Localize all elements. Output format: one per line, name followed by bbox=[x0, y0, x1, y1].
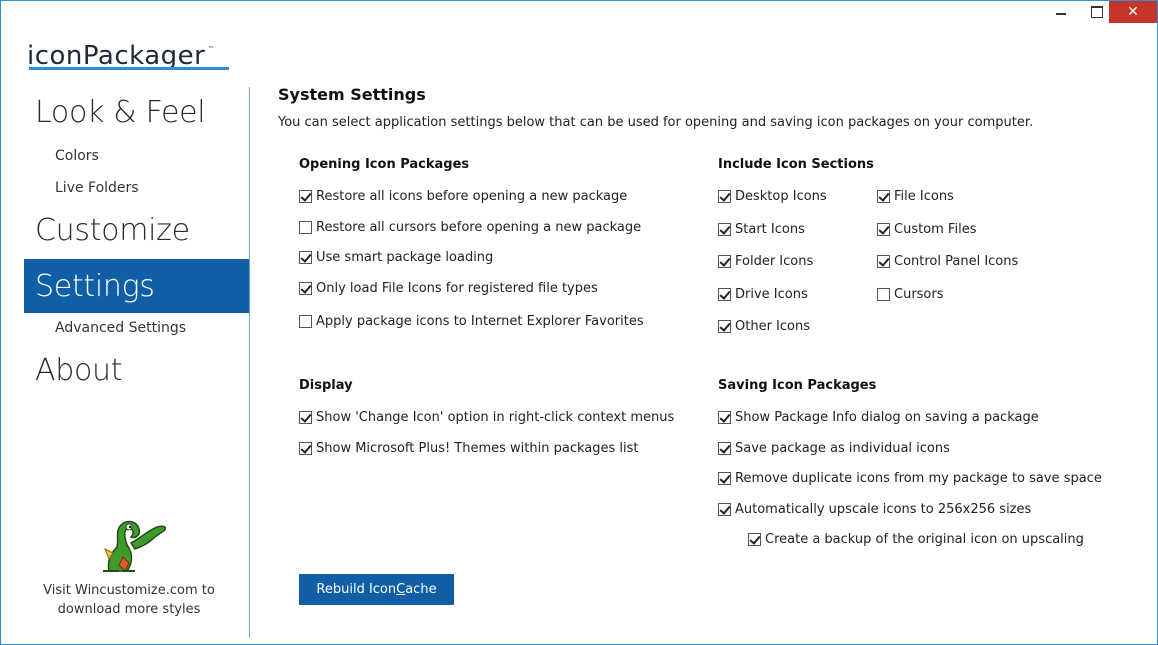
page-title: System Settings bbox=[278, 85, 426, 104]
nav-colors[interactable]: Colors bbox=[55, 148, 99, 164]
nav-settings-label: Settings bbox=[35, 268, 155, 304]
section-checkbox-file[interactable]: File Icons bbox=[877, 189, 954, 204]
opening-checkbox-2[interactable]: Use smart package loading bbox=[299, 250, 493, 265]
checkbox-label: Desktop Icons bbox=[735, 189, 827, 204]
nav-about[interactable]: About bbox=[35, 353, 123, 388]
checkbox-label: Show Microsoft Plus! Themes within packa… bbox=[316, 441, 639, 456]
checkbox-label: Restore all icons before opening a new p… bbox=[316, 189, 628, 204]
saving-checkbox-0[interactable]: Show Package Info dialog on saving a pac… bbox=[718, 410, 1039, 425]
checkbox-label: Automatically upscale icons to 256x256 s… bbox=[735, 502, 1032, 517]
checkbox-box[interactable] bbox=[718, 255, 731, 268]
close-icon: ✕ bbox=[1127, 4, 1139, 20]
nav-live-folders[interactable]: Live Folders bbox=[55, 180, 139, 196]
rebuild-label-start: Rebuild Icon bbox=[316, 582, 397, 597]
checkbox-box[interactable] bbox=[877, 255, 890, 268]
checkbox-box[interactable] bbox=[299, 221, 312, 234]
title-bar: ✕ bbox=[1, 1, 1157, 31]
sidebar-divider bbox=[249, 87, 250, 638]
checkbox-box[interactable] bbox=[299, 442, 312, 455]
checkbox-label: Show 'Change Icon' option in right-click… bbox=[316, 410, 675, 425]
checkbox-box[interactable] bbox=[718, 288, 731, 301]
checkbox-label: Cursors bbox=[894, 287, 944, 302]
checkbox-box[interactable] bbox=[718, 503, 731, 516]
saving-checkbox-3[interactable]: Automatically upscale icons to 256x256 s… bbox=[718, 502, 1031, 517]
checkbox-label: Use smart package loading bbox=[316, 250, 494, 265]
section-checkbox-start[interactable]: Start Icons bbox=[718, 222, 805, 237]
checkbox-box[interactable] bbox=[299, 251, 312, 264]
checkbox-box[interactable] bbox=[718, 442, 731, 455]
checkbox-box[interactable] bbox=[718, 190, 731, 203]
checkbox-label: Start Icons bbox=[735, 222, 805, 237]
saving-heading: Saving Icon Packages bbox=[718, 378, 877, 393]
checkbox-box[interactable] bbox=[877, 288, 890, 301]
page-subtitle: You can select application settings belo… bbox=[278, 115, 1034, 130]
rebuild-icon-cache-button[interactable]: Rebuild Icon Cache bbox=[299, 574, 454, 605]
checkbox-label: Folder Icons bbox=[735, 254, 814, 269]
close-button[interactable]: ✕ bbox=[1109, 1, 1157, 23]
trademark-mark: ™ bbox=[207, 45, 215, 53]
saving-checkbox-1[interactable]: Save package as individual icons bbox=[718, 441, 950, 456]
checkbox-box[interactable] bbox=[299, 190, 312, 203]
checkbox-label: Remove duplicate icons from my package t… bbox=[735, 471, 1102, 486]
checkbox-box[interactable] bbox=[718, 472, 731, 485]
opening-heading: Opening Icon Packages bbox=[299, 157, 470, 172]
checkbox-label: File Icons bbox=[894, 189, 954, 204]
nav-advanced-settings[interactable]: Advanced Settings bbox=[55, 320, 186, 336]
minimize-button[interactable] bbox=[1041, 1, 1081, 23]
display-checkbox-1[interactable]: Show Microsoft Plus! Themes within packa… bbox=[299, 441, 639, 456]
checkbox-box[interactable] bbox=[718, 223, 731, 236]
checkbox-box[interactable] bbox=[877, 190, 890, 203]
section-checkbox-desktop[interactable]: Desktop Icons bbox=[718, 189, 827, 204]
checkbox-label: Other Icons bbox=[735, 319, 810, 334]
sections-heading: Include Icon Sections bbox=[718, 157, 874, 172]
checkbox-box[interactable] bbox=[748, 533, 761, 546]
checkbox-box[interactable] bbox=[718, 320, 731, 333]
display-checkbox-0[interactable]: Show 'Change Icon' option in right-click… bbox=[299, 410, 674, 425]
checkbox-label: Custom Files bbox=[894, 222, 977, 237]
opening-checkbox-4[interactable]: Apply package icons to Internet Explorer… bbox=[299, 314, 644, 329]
checkbox-label: Show Package Info dialog on saving a pac… bbox=[735, 410, 1039, 425]
opening-checkbox-1[interactable]: Restore all cursors before opening a new… bbox=[299, 220, 641, 235]
section-checkbox-folder[interactable]: Folder Icons bbox=[718, 254, 813, 269]
checkbox-label: Only load File Icons for registered file… bbox=[316, 281, 598, 296]
checkbox-box[interactable] bbox=[877, 223, 890, 236]
logo-underline bbox=[29, 67, 229, 70]
section-checkbox-other[interactable]: Other Icons bbox=[718, 319, 810, 334]
checkbox-box[interactable] bbox=[299, 315, 312, 328]
display-heading: Display bbox=[299, 378, 353, 393]
promo-text[interactable]: Visit Wincustomize.com to download more … bbox=[31, 581, 227, 619]
section-checkbox-custom-files[interactable]: Custom Files bbox=[877, 222, 976, 237]
nav-settings[interactable]: Settings bbox=[24, 259, 250, 313]
rebuild-label-end: ache bbox=[405, 582, 437, 597]
checkbox-label: Save package as individual icons bbox=[735, 441, 950, 456]
checkbox-label: Drive Icons bbox=[735, 287, 808, 302]
saving-checkbox-2[interactable]: Remove duplicate icons from my package t… bbox=[718, 471, 1102, 486]
promo-line-1: Visit Wincustomize.com to bbox=[43, 583, 215, 598]
app-window: ✕ iconPackager ™ Look & Feel Colors Live… bbox=[0, 0, 1158, 645]
checkbox-label: Create a backup of the original icon on … bbox=[765, 532, 1084, 547]
rebuild-label-accel: C bbox=[396, 582, 406, 597]
nav-customize[interactable]: Customize bbox=[35, 213, 190, 248]
checkbox-label: Restore all cursors before opening a new… bbox=[316, 220, 642, 235]
section-checkbox-drive[interactable]: Drive Icons bbox=[718, 287, 808, 302]
section-checkbox-cursors[interactable]: Cursors bbox=[877, 287, 944, 302]
checkbox-label: Control Panel Icons bbox=[894, 254, 1019, 269]
checkbox-label: Apply package icons to Internet Explorer… bbox=[316, 314, 644, 329]
section-checkbox-control-panel[interactable]: Control Panel Icons bbox=[877, 254, 1018, 269]
opening-checkbox-3[interactable]: Only load File Icons for registered file… bbox=[299, 281, 598, 296]
saving-checkbox-4[interactable]: Create a backup of the original icon on … bbox=[748, 532, 1084, 547]
opening-checkbox-0[interactable]: Restore all icons before opening a new p… bbox=[299, 189, 627, 204]
checkbox-box[interactable] bbox=[299, 282, 312, 295]
nav-look-and-feel[interactable]: Look & Feel bbox=[35, 95, 206, 130]
gecko-mascot-icon[interactable] bbox=[89, 513, 169, 577]
checkbox-box[interactable] bbox=[718, 411, 731, 424]
checkbox-box[interactable] bbox=[299, 411, 312, 424]
promo-line-2: download more styles bbox=[57, 602, 201, 617]
